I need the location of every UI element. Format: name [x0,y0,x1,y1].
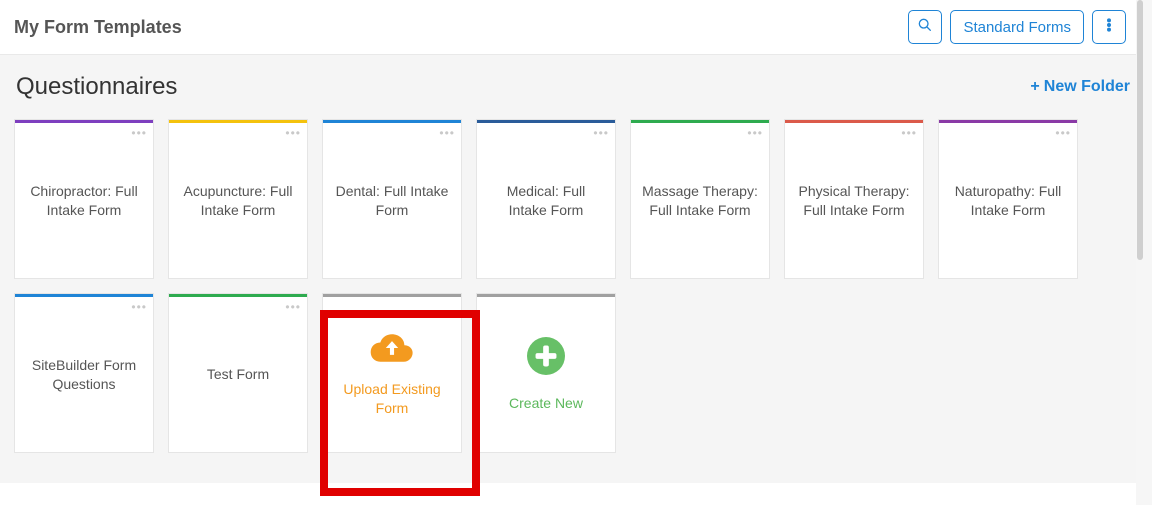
more-options-button[interactable] [1092,10,1126,44]
card-label: Massage Therapy: Full Intake Form [631,123,769,278]
form-card[interactable]: •••Massage Therapy: Full Intake Form [630,119,770,279]
plus-circle-icon [527,337,565,380]
section-title: Questionnaires [16,73,177,101]
card-menu-icon[interactable]: ••• [593,126,609,140]
card-menu-icon[interactable]: ••• [439,126,455,140]
card-label: Medical: Full Intake Form [477,123,615,278]
form-card[interactable]: •••Physical Therapy: Full Intake Form [784,119,924,279]
card-body: Upload Existing Form [323,297,461,452]
upload-existing-form-card-label: Upload Existing Form [333,380,451,418]
card-label: Chiropractor: Full Intake Form [15,123,153,278]
cloud-upload-icon [370,331,414,370]
card-menu-icon[interactable]: ••• [131,300,147,314]
questionnaires-section: Questionnaires + New Folder •••Chiroprac… [0,55,1144,483]
form-card[interactable]: •••SiteBuilder Form Questions [14,293,154,453]
card-label: Dental: Full Intake Form [323,123,461,278]
card-label: Physical Therapy: Full Intake Form [785,123,923,278]
form-card[interactable]: •••Dental: Full Intake Form [322,119,462,279]
card-label: Acupuncture: Full Intake Form [169,123,307,278]
form-card[interactable]: •••Medical: Full Intake Form [476,119,616,279]
template-grid: •••Chiropractor: Full Intake Form•••Acup… [14,119,1130,453]
card-menu-icon[interactable]: ••• [1055,126,1071,140]
form-card[interactable]: •••Chiropractor: Full Intake Form [14,119,154,279]
card-menu-icon[interactable]: ••• [131,126,147,140]
form-card[interactable]: •••Naturopathy: Full Intake Form [938,119,1078,279]
search-icon [917,17,933,37]
section-head: Questionnaires + New Folder [14,73,1130,101]
plus-icon: + [1030,78,1039,96]
search-button[interactable] [908,10,942,44]
form-card[interactable]: •••Test Form [168,293,308,453]
kebab-icon [1101,17,1117,37]
upload-existing-form-card[interactable]: Upload Existing Form [322,293,462,453]
top-actions: Standard Forms [908,10,1126,44]
card-menu-icon[interactable]: ••• [901,126,917,140]
form-card[interactable]: •••Acupuncture: Full Intake Form [168,119,308,279]
card-menu-icon[interactable]: ••• [285,126,301,140]
new-folder-label: New Folder [1044,78,1130,96]
standard-forms-button[interactable]: Standard Forms [950,10,1084,44]
card-menu-icon[interactable]: ••• [747,126,763,140]
page-title: My Form Templates [14,17,182,38]
topbar: My Form Templates Standard Forms [0,0,1144,55]
vertical-scrollbar[interactable] [1136,0,1144,505]
card-menu-icon[interactable]: ••• [285,300,301,314]
card-label: Test Form [169,297,307,452]
create-new-card-label: Create New [509,394,583,413]
card-body: Create New [477,297,615,452]
create-new-card[interactable]: Create New [476,293,616,453]
card-label: Naturopathy: Full Intake Form [939,123,1077,278]
scrollbar-thumb[interactable] [1137,0,1143,260]
card-label: SiteBuilder Form Questions [15,297,153,452]
new-folder-button[interactable]: + New Folder [1030,78,1130,96]
